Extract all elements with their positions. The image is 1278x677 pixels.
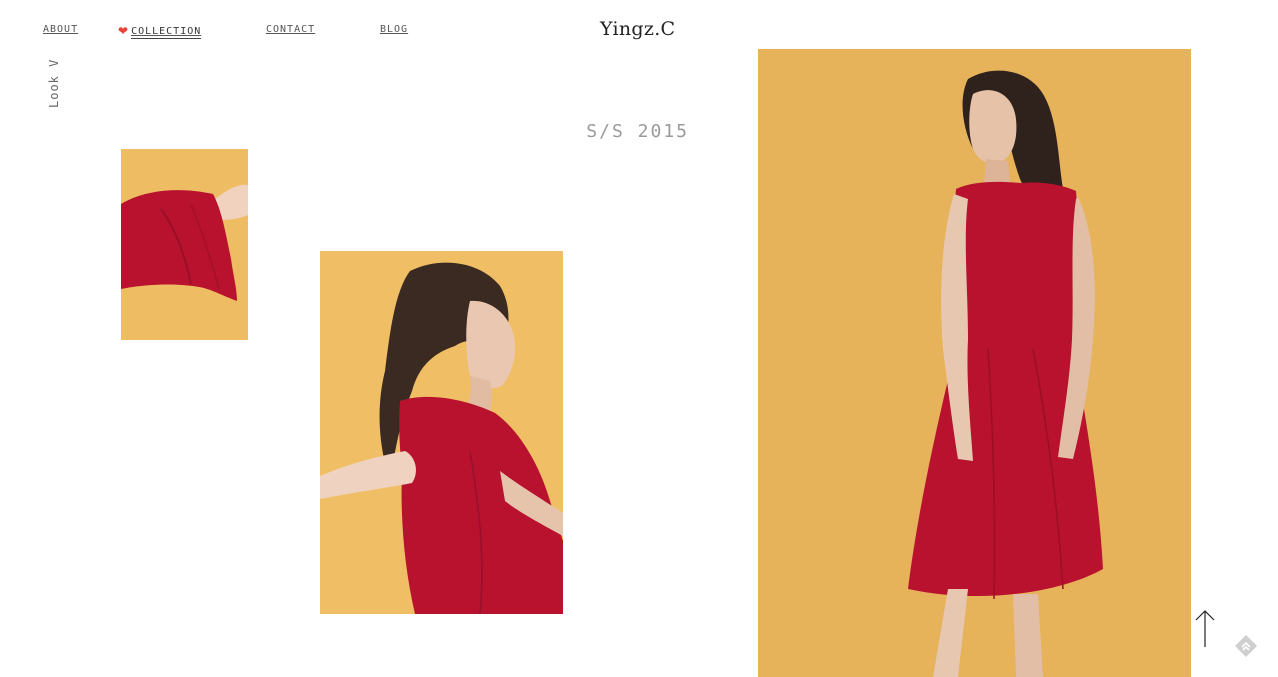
photo-sleeve-detail[interactable] [121, 149, 248, 340]
feedly-button[interactable] [1234, 634, 1258, 658]
feedly-icon [1235, 635, 1257, 657]
heart-icon: ❤ [118, 24, 130, 38]
nav-collection[interactable]: ❤ COLLECTION [118, 24, 202, 39]
nav-collection-label: COLLECTION [131, 26, 202, 39]
sleeve-illustration [121, 149, 248, 340]
nav-about[interactable]: ABOUT [43, 24, 78, 35]
arrow-up-icon [1195, 610, 1215, 647]
look-label: Look V [47, 58, 61, 108]
site-logo[interactable]: Yingz.C [600, 18, 675, 40]
nav-contact[interactable]: CONTACT [266, 24, 315, 35]
season-title: S/S 2015 [586, 121, 689, 142]
nav-blog[interactable]: BLOG [380, 24, 408, 35]
back-to-top-button[interactable] [1194, 609, 1216, 649]
full-length-illustration [758, 49, 1191, 677]
profile-illustration [320, 251, 563, 614]
photo-profile[interactable] [320, 251, 563, 614]
photo-full-length[interactable] [758, 49, 1191, 677]
